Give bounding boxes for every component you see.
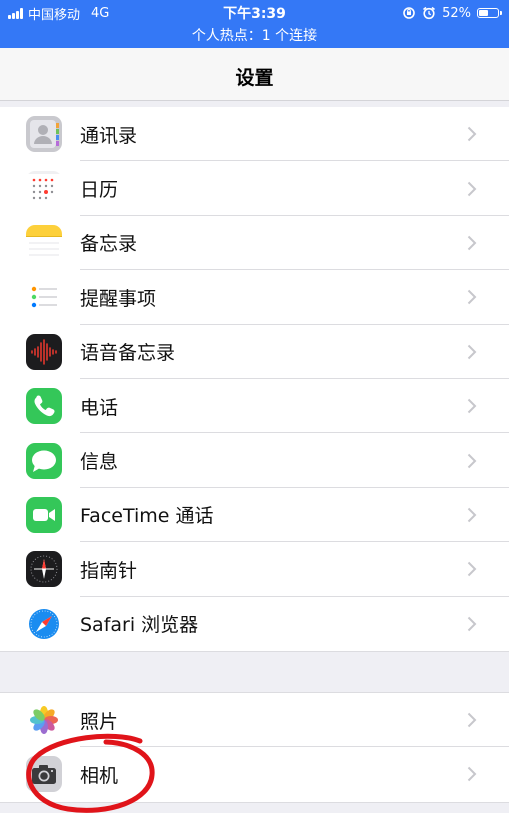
settings-row-label: 照片	[80, 710, 119, 733]
settings-row-label: 提醒事项	[80, 287, 157, 310]
facetime-icon	[26, 496, 62, 533]
settings-row-label: 日历	[80, 179, 119, 202]
settings-row-label: 电话	[80, 396, 119, 419]
battery-icon	[477, 8, 502, 18]
settings-row-calendar[interactable]: 日历	[0, 161, 509, 217]
phone-icon	[26, 388, 62, 425]
rotation-lock-icon	[403, 7, 415, 19]
navigation-bar: 设置	[0, 48, 509, 101]
settings-row-phone[interactable]: 电话	[0, 379, 509, 434]
chevron-right-icon	[467, 126, 477, 142]
settings-list[interactable]: 通讯录 日历 备忘录 提醒事项 语音备忘录 电话 信息 FaceTime 通话 …	[0, 101, 509, 813]
settings-row-voice-memos[interactable]: 语音备忘录	[0, 325, 509, 380]
chevron-right-icon	[467, 398, 477, 414]
settings-row-compass[interactable]: 指南针	[0, 542, 509, 597]
status-right: 52%	[402, 4, 502, 22]
safari-icon	[26, 605, 62, 642]
battery-percent: 52%	[442, 5, 471, 21]
chevron-right-icon	[467, 767, 477, 782]
settings-row-facetime[interactable]: FaceTime 通话	[0, 488, 509, 543]
settings-row-label: 备忘录	[80, 233, 138, 256]
notes-icon	[26, 224, 62, 261]
alarm-icon	[423, 6, 436, 20]
chevron-right-icon	[467, 235, 477, 251]
status-bar: 中国移动 4G 下午3:39 52% 个人热点：1 个连接	[0, 0, 509, 48]
annotation-circle	[26, 733, 155, 813]
reminders-icon	[26, 279, 62, 316]
settings-row-contacts[interactable]: 通讯录	[0, 107, 509, 162]
settings-row-label: 信息	[80, 451, 119, 474]
chevron-right-icon	[467, 507, 477, 523]
settings-row-safari[interactable]: Safari 浏览器	[0, 597, 509, 651]
chevron-right-icon	[467, 616, 477, 631]
compass-icon	[26, 551, 62, 588]
settings-row-messages[interactable]: 信息	[0, 433, 509, 489]
chevron-right-icon	[467, 290, 477, 305]
settings-row-notes[interactable]: 备忘录	[0, 216, 509, 271]
settings-row-label: 指南针	[80, 559, 138, 582]
settings-row-label: 语音备忘录	[80, 342, 176, 365]
settings-row-label: FaceTime 通话	[80, 505, 214, 528]
page-title: 设置	[235, 67, 274, 89]
chevron-right-icon	[467, 181, 477, 196]
messages-icon	[26, 442, 62, 479]
voice-memos-icon	[26, 333, 62, 370]
contacts-icon	[26, 116, 62, 153]
settings-row-reminders[interactable]: 提醒事项	[0, 270, 509, 325]
chevron-right-icon	[467, 344, 477, 359]
chevron-right-icon	[467, 712, 477, 728]
calendar-icon	[26, 170, 62, 207]
settings-row-label: Safari 浏览器	[80, 614, 199, 637]
chevron-right-icon	[467, 562, 477, 577]
chevron-right-icon	[467, 453, 477, 468]
settings-group-apps: 通讯录 日历 备忘录 提醒事项 语音备忘录 电话 信息 FaceTime 通话 …	[0, 107, 509, 652]
settings-row-label: 通讯录	[80, 124, 138, 147]
hotspot-banner[interactable]: 个人热点：1 个连接	[0, 25, 509, 45]
